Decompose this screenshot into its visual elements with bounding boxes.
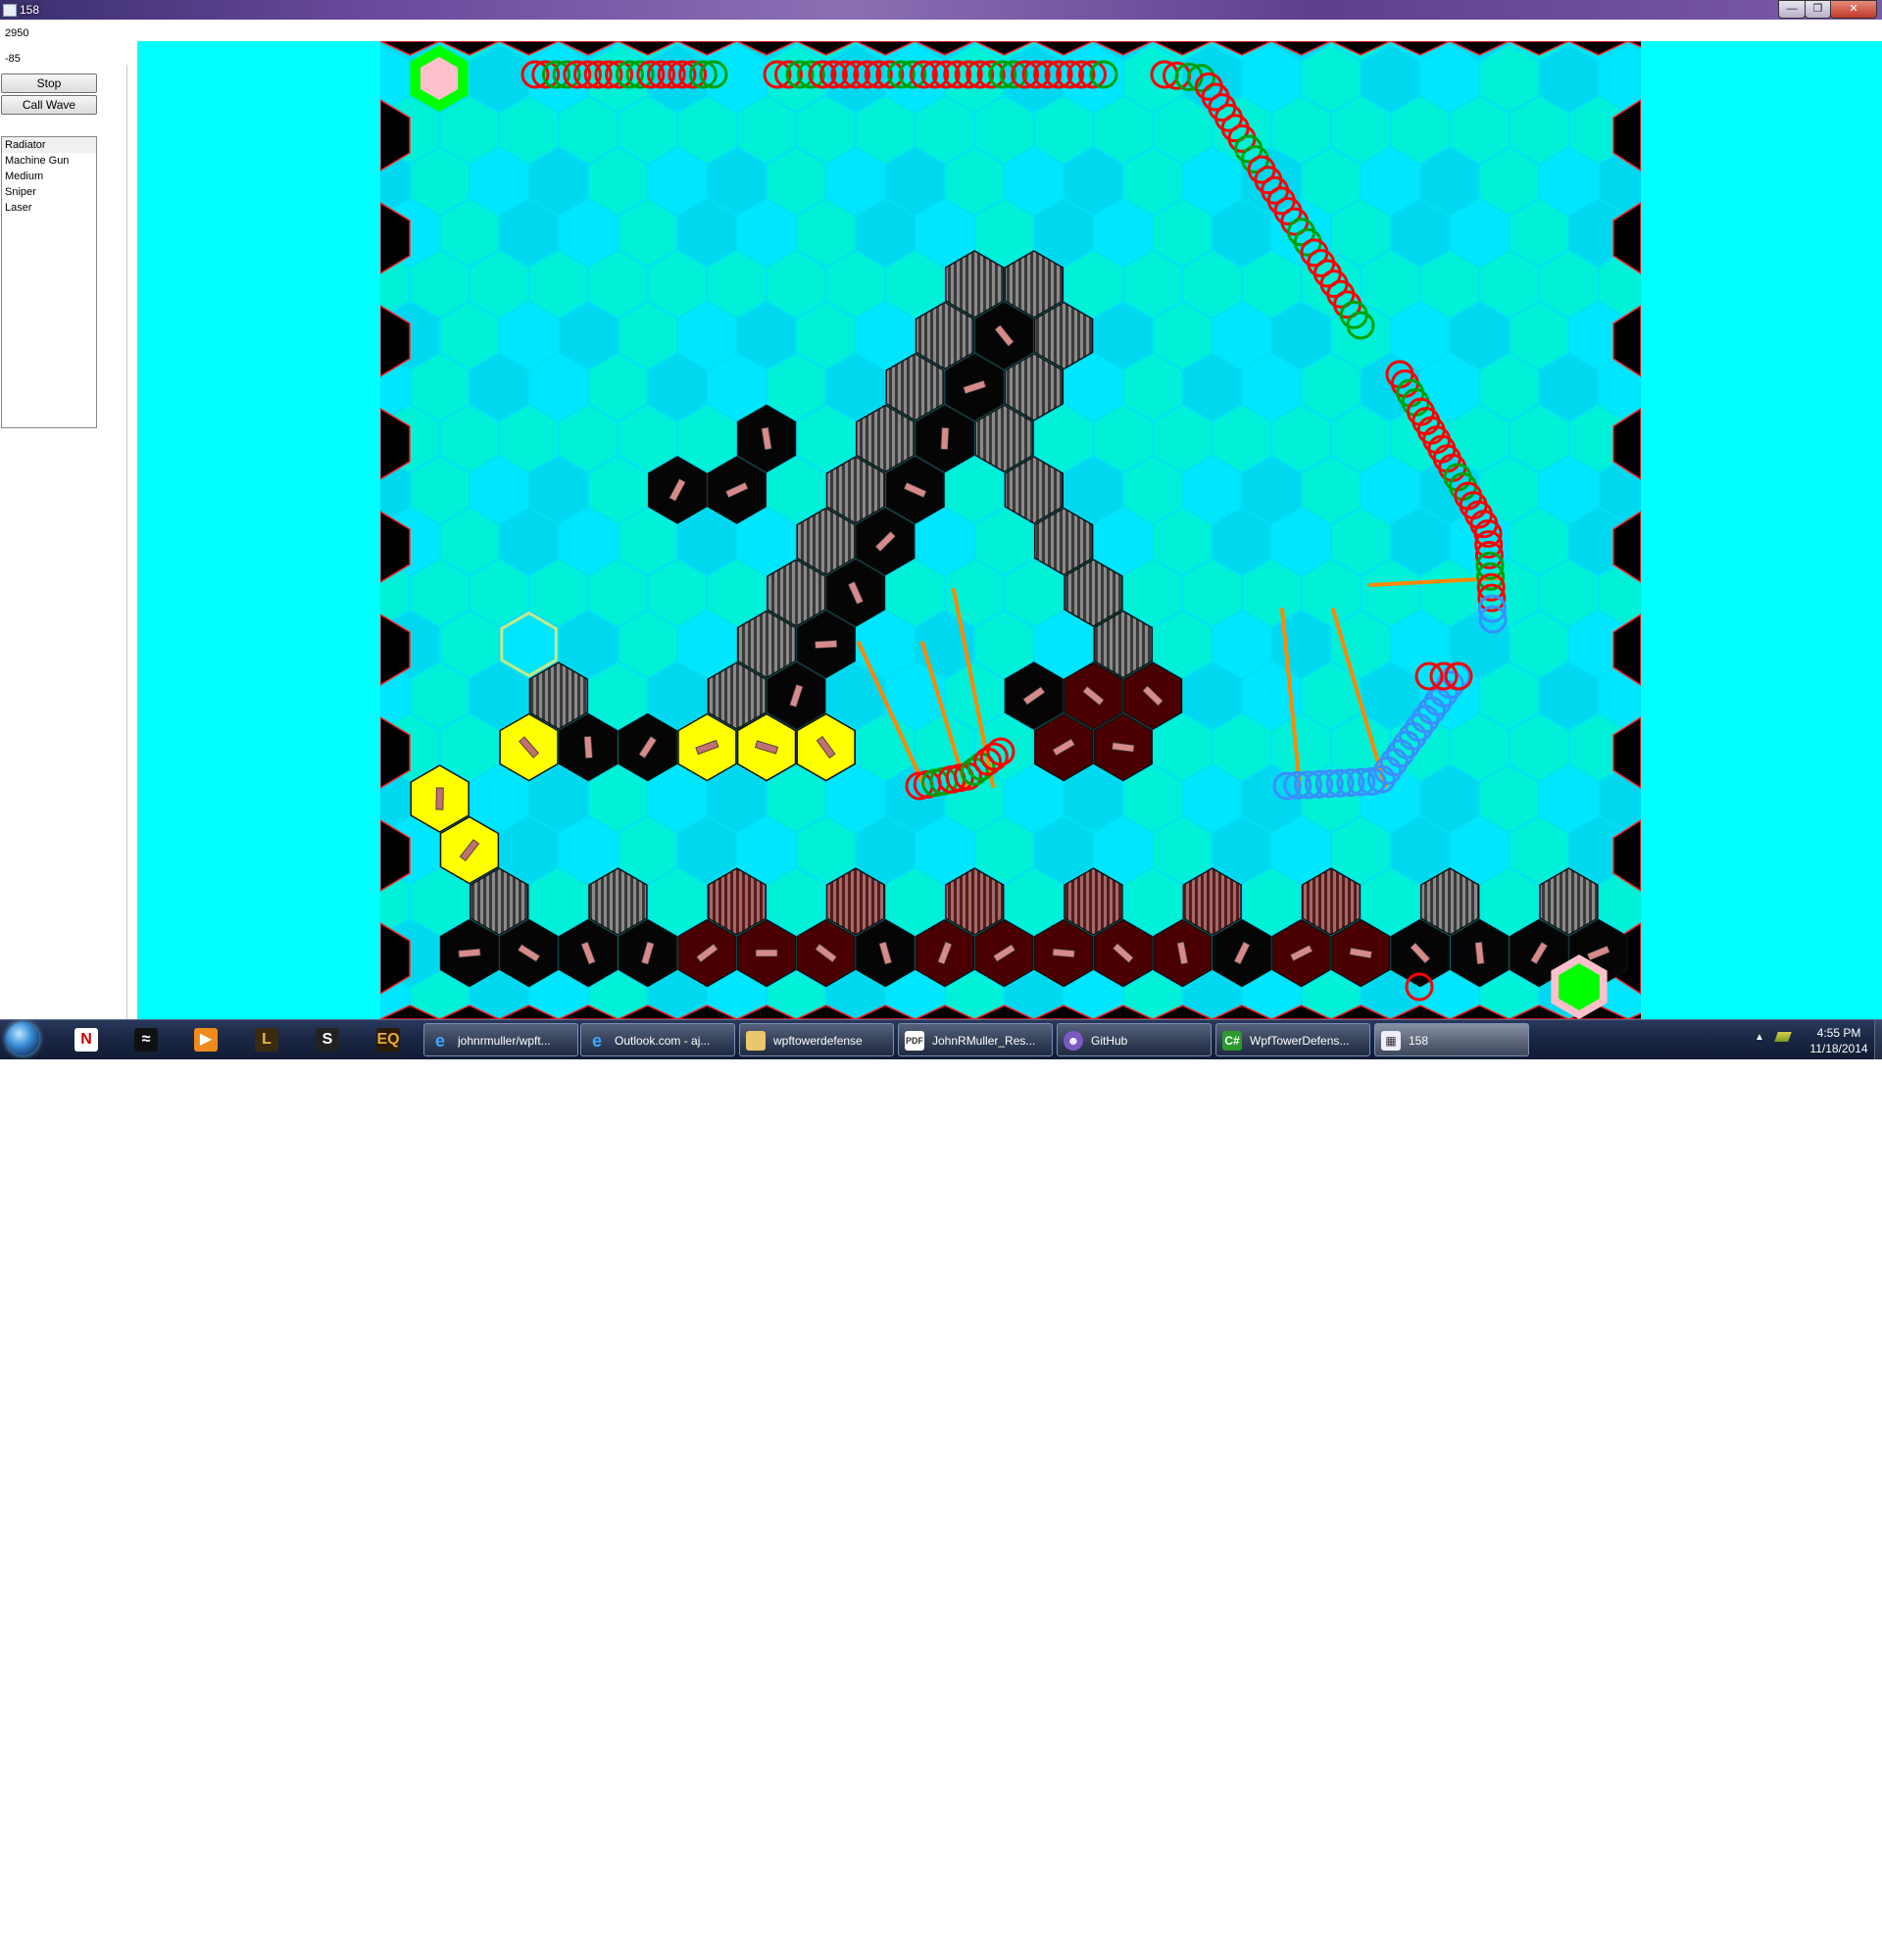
tray-app-icon[interactable] [1774,1032,1792,1042]
task-button[interactable]: PDF JohnRMuller_Res... [898,1023,1053,1056]
clock-time[interactable]: 4:55 PM [1809,1026,1868,1040]
app-icon: ▦ [1381,1031,1401,1051]
tower-barrel [1052,948,1075,958]
tray-expand-icon[interactable]: ▲ [1755,1032,1764,1043]
task-label: Outlook.com - aj... [615,1034,711,1048]
maximize-button[interactable]: ❐ [1805,0,1831,19]
task-label: wpftowerdefense [773,1034,863,1048]
tower-barrel [458,948,481,958]
task-button[interactable]: C# WpfTowerDefens... [1215,1023,1370,1056]
tower-barrel [435,787,444,810]
task-label: johnrmuller/wpft... [458,1034,551,1048]
task-button[interactable]: wpftowerdefense [739,1023,894,1056]
tower-item-machine-gun[interactable]: Machine Gun [2,153,96,169]
show-desktop-button[interactable] [1874,1020,1882,1059]
app-icon [3,4,17,17]
pin-steam[interactable]: ≈ [126,1024,166,1055]
task-button[interactable]: e Outlook.com - aj... [580,1023,735,1056]
panel-scroll-line [126,65,127,1035]
pin-netflix[interactable]: N [67,1024,106,1055]
taskbar: N ≈ ▶ L S EQ e johnrmuller/wpft... e Out… [0,1019,1882,1059]
pin-everquest[interactable]: EQ [369,1024,408,1055]
internet-explorer-icon: e [591,1031,602,1051]
pdf-icon: PDF [905,1031,924,1051]
task-label: 158 [1409,1034,1429,1048]
money-readout: 2950 [5,27,29,39]
tower-barrel [940,426,950,451]
tower-item-radiator[interactable]: Radiator [2,137,96,153]
lives-readout: -85 [5,53,21,65]
netflix-icon: N [74,1028,98,1052]
tower-item-medium[interactable]: Medium [2,169,96,184]
minimize-icon: — [1786,3,1798,15]
close-icon: ✕ [1849,3,1858,15]
internet-explorer-icon: e [434,1031,445,1051]
stop-button[interactable]: Stop [1,74,97,93]
task-label: WpfTowerDefens... [1250,1034,1350,1048]
close-button[interactable]: ✕ [1830,0,1877,19]
tower-barrel [755,949,778,957]
window-title-bar[interactable]: 158 — ❐ ✕ [0,0,1882,20]
csharp-icon: C# [1222,1031,1242,1051]
minimize-button[interactable]: — [1778,0,1806,19]
start-button[interactable] [6,1022,39,1055]
tower-barrel [815,640,838,649]
tower-list[interactable]: Radiator Machine Gun Medium Sniper Laser [1,136,97,428]
task-label: GitHub [1091,1034,1128,1048]
tower-barrel [583,735,593,760]
task-label: JohnRMuller_Res... [932,1034,1036,1048]
tower-item-sniper[interactable]: Sniper [2,184,96,200]
task-button-active[interactable]: ▦ 158 [1374,1023,1529,1056]
skype-s-icon: S [316,1028,339,1052]
clock-date[interactable]: 11/18/2014 [1802,1042,1876,1055]
game-board[interactable] [380,41,1641,1019]
call-wave-button[interactable]: Call Wave [1,95,97,115]
task-button[interactable]: e johnrmuller/wpft... [423,1023,578,1056]
folder-icon [746,1031,766,1051]
pin-skype-s[interactable]: S [308,1024,347,1055]
pin-lotro[interactable]: L [247,1024,286,1055]
maximize-icon: ❐ [1812,3,1823,15]
window-title: 158 [20,3,40,17]
media-player-icon: ▶ [194,1028,218,1052]
task-button[interactable]: ☻ GitHub [1057,1023,1212,1056]
tower-item-laser[interactable]: Laser [2,200,96,216]
github-icon: ☻ [1064,1031,1083,1051]
steam-icon: ≈ [134,1028,158,1052]
pin-media-player[interactable]: ▶ [186,1024,225,1055]
everquest-icon: EQ [376,1028,400,1052]
lotro-icon: L [255,1028,278,1052]
